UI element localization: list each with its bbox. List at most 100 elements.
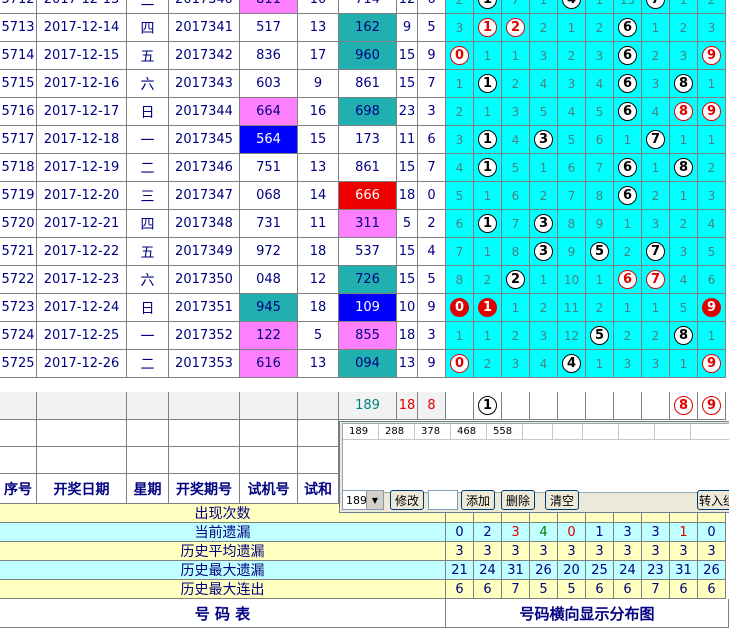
stat-value: 2 xyxy=(474,523,502,542)
chart-cell: 3 xyxy=(530,322,558,350)
issue-cell: 2017345 xyxy=(169,126,240,154)
add-button[interactable]: 添加 xyxy=(461,490,495,510)
chart-cell: 11 xyxy=(558,294,586,322)
chart-cell: 2 xyxy=(642,182,670,210)
chart-cell: 1 xyxy=(530,154,558,182)
stat-value: 6 xyxy=(446,580,474,599)
chart-cell: 5 xyxy=(698,238,726,266)
draw-number-cell: 173 xyxy=(339,126,397,154)
stat-value: 6 xyxy=(670,580,698,599)
column-header: 试机号 xyxy=(240,474,298,504)
stat-value: 31 xyxy=(502,561,530,580)
number-ball: 7 xyxy=(646,270,665,289)
column-header: 开奖日期 xyxy=(37,474,127,504)
draw-tail-cell: 6 xyxy=(418,0,446,14)
chart-cell: 4 xyxy=(670,266,698,294)
history-item[interactable]: 189 xyxy=(343,424,379,440)
chart-cell: 7 xyxy=(558,182,586,210)
history-list[interactable]: 189 288 378 468 558 xyxy=(342,423,729,493)
number-ball: 8 xyxy=(674,158,693,177)
chart-cell: 3 xyxy=(558,70,586,98)
draw-tail-cell: 7 xyxy=(418,70,446,98)
stat-value: 1 xyxy=(586,523,614,542)
history-item[interactable]: 288 xyxy=(379,424,415,440)
chart-cell: 1 xyxy=(530,0,558,14)
chart-cell: 2 xyxy=(614,322,642,350)
chart-cell: 4 xyxy=(558,350,586,378)
clear-button[interactable]: 清空 xyxy=(545,490,579,510)
pending-empty-cell xyxy=(169,392,240,420)
draw-sum-cell: 15 xyxy=(397,238,418,266)
weekday-cell: 一 xyxy=(127,322,169,350)
number-input[interactable] xyxy=(428,490,458,510)
chart-cell: 1 xyxy=(446,70,474,98)
stat-value: 5 xyxy=(530,580,558,599)
chart-cell: 7 xyxy=(502,0,530,14)
stat-value: 26 xyxy=(698,561,726,580)
date-cell: 2017-12-13 xyxy=(37,0,127,14)
draw-tail-cell: 2 xyxy=(418,210,446,238)
chart-cell xyxy=(558,392,586,420)
history-item[interactable]: 558 xyxy=(487,424,523,440)
test-sum-cell: 16 xyxy=(298,98,339,126)
input-panel: 189 288 378 468 558 189 ▼ 修改 添加 删除 清空 转入… xyxy=(339,421,729,513)
stat-value: 3 xyxy=(446,542,474,561)
chart-cell: 2 xyxy=(670,210,698,238)
chart-cell: 1 xyxy=(502,42,530,70)
chart-cell: 8 xyxy=(670,98,698,126)
chart-cell: 1 xyxy=(474,322,502,350)
history-item[interactable]: 468 xyxy=(451,424,487,440)
chart-cell: 1 xyxy=(670,350,698,378)
seq-cell: 5712 xyxy=(0,0,37,14)
chart-cell: 8 xyxy=(586,182,614,210)
chart-cell: 7 xyxy=(642,266,670,294)
test-sum-cell: 9 xyxy=(298,70,339,98)
chart-cell: 3 xyxy=(446,14,474,42)
test-number-cell: 945 xyxy=(240,294,298,322)
draw-tail-cell: 5 xyxy=(418,14,446,42)
transfer-button[interactable]: 转入组 xyxy=(697,490,729,510)
stat-value: 20 xyxy=(558,561,586,580)
chart-cell xyxy=(586,392,614,420)
number-select[interactable]: 189 ▼ xyxy=(342,490,384,510)
draw-tail-cell: 4 xyxy=(418,238,446,266)
draw-sum-cell: 18 xyxy=(397,322,418,350)
draw-number-cell: 698 xyxy=(339,98,397,126)
chart-cell: 3 xyxy=(642,70,670,98)
chart-cell: 3 xyxy=(530,238,558,266)
test-sum-cell: 11 xyxy=(298,210,339,238)
seq-cell: 5720 xyxy=(0,210,37,238)
delete-button[interactable]: 删除 xyxy=(501,490,535,510)
blank-cell xyxy=(169,420,240,447)
test-sum-cell: 13 xyxy=(298,14,339,42)
seq-cell: 5723 xyxy=(0,294,37,322)
stat-value: 3 xyxy=(530,542,558,561)
stat-value: 3 xyxy=(614,523,642,542)
modify-button[interactable]: 修改 xyxy=(390,490,424,510)
history-item[interactable]: 378 xyxy=(415,424,451,440)
weekday-cell: 五 xyxy=(127,42,169,70)
test-number-cell: 972 xyxy=(240,238,298,266)
number-ball: 9 xyxy=(702,102,721,121)
test-number-cell: 731 xyxy=(240,210,298,238)
draw-number-cell: 162 xyxy=(339,14,397,42)
history-item-empty xyxy=(691,424,729,440)
chart-cell: 4 xyxy=(558,98,586,126)
seq-cell: 5725 xyxy=(0,350,37,378)
blank-cell xyxy=(37,447,127,474)
number-ball: 8 xyxy=(674,74,693,93)
chart-cell: 8 xyxy=(446,266,474,294)
draw-sum-cell: 5 xyxy=(397,210,418,238)
chart-cell: 15 xyxy=(614,0,642,14)
dropdown-arrow-icon[interactable]: ▼ xyxy=(366,491,383,509)
blank-cell xyxy=(0,420,37,447)
date-cell: 2017-12-25 xyxy=(37,322,127,350)
number-ball: 3 xyxy=(534,242,553,261)
chart-cell: 2 xyxy=(474,266,502,294)
chart-cell: 8 xyxy=(558,210,586,238)
pending-empty-cell xyxy=(127,392,169,420)
history-item-empty xyxy=(523,424,553,440)
number-ball: 7 xyxy=(646,242,665,261)
chart-cell: 5 xyxy=(586,98,614,126)
stat-value: 3 xyxy=(698,542,726,561)
